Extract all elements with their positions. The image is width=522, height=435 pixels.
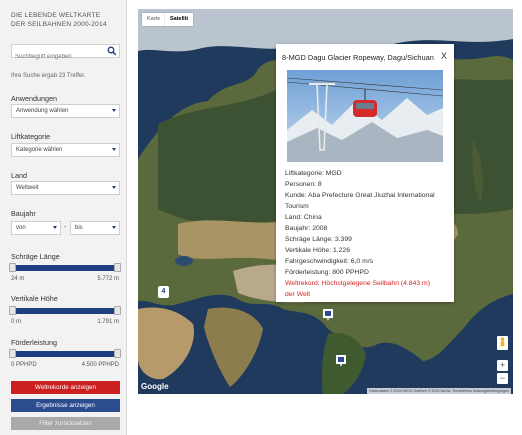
- baujahr-to-select[interactable]: bis: [70, 221, 120, 235]
- result-count-note: Ihre Suche ergab 23 Treffer.: [11, 73, 86, 79]
- sidebar-title-line1: DIE LEBENDE WELTKARTE: [11, 12, 101, 19]
- baujahr-label: Baujahr: [11, 209, 36, 218]
- schraege-laenge-min: 24 m: [11, 276, 25, 282]
- liftkategorie-select-value: Kategorie wählen: [16, 147, 63, 153]
- foerderleistung-label: Förderleistung: [11, 338, 57, 347]
- weltrekorde-button[interactable]: Weltrekorde anzeigen: [11, 381, 120, 394]
- chevron-down-icon: [112, 109, 116, 112]
- zoom-in-button[interactable]: +: [497, 360, 508, 371]
- info-baujahr: Baujahr: 2008: [285, 225, 328, 232]
- baujahr-from-select[interactable]: von: [11, 221, 61, 235]
- sidebar-title-line2: DER SEILBAHNEN 2000-2014: [11, 21, 107, 28]
- info-schraege-laenge: Schräge Länge: 3.399: [285, 236, 352, 243]
- land-select[interactable]: Weltweit: [11, 181, 120, 195]
- ropeway-marker-icon[interactable]: [322, 308, 334, 322]
- land-select-value: Weltweit: [16, 185, 39, 191]
- google-logo: Google: [141, 382, 169, 391]
- ergebnisse-button[interactable]: Ergebnisse anzeigen: [11, 399, 120, 412]
- foerderleistung-min: 0 PPHPD: [11, 362, 37, 368]
- vertikale-hoehe-max-handle[interactable]: [114, 306, 121, 315]
- anwendungen-select-value: Anwendung wählen: [16, 108, 69, 114]
- schraege-laenge-max: 5.772 m: [97, 276, 119, 282]
- foerderleistung-max: 4.500 PPHPD: [81, 362, 119, 368]
- liftkategorie-select[interactable]: Kategorie wählen: [11, 143, 120, 157]
- reset-filter-button[interactable]: Filter zurücksetzen: [11, 417, 120, 430]
- schraege-laenge-slider[interactable]: [11, 265, 120, 271]
- ropeway-marker-icon[interactable]: [335, 354, 347, 368]
- anwendungen-select[interactable]: Anwendung wählen: [11, 104, 120, 118]
- foerderleistung-min-handle[interactable]: [9, 349, 16, 358]
- vertikale-hoehe-slider[interactable]: [11, 308, 120, 314]
- info-kunde-cont: Tourism: [285, 203, 309, 210]
- info-vertikale-hoehe: Vertikale Höhe: 1.226: [285, 247, 350, 254]
- search-input[interactable]: [12, 51, 104, 63]
- chevron-down-icon: [112, 186, 116, 189]
- info-personen: Personen: 8: [285, 181, 322, 188]
- chevron-down-icon: [53, 226, 57, 229]
- info-weltrekord-cont[interactable]: der Welt: [285, 291, 310, 298]
- baujahr-separator: -: [64, 224, 67, 231]
- info-title: 8-MGD Dagu Glacier Ropeway, Dagu/Sichuan: [282, 53, 434, 62]
- search-box: [11, 44, 120, 63]
- schraege-laenge-max-handle[interactable]: [114, 263, 121, 272]
- chevron-down-icon: [112, 148, 116, 151]
- pegman-icon[interactable]: [497, 336, 508, 350]
- ropeway-info-window: 8-MGD Dagu Glacier Ropeway, Dagu/Sichuan…: [276, 44, 454, 302]
- baujahr-to-value: bis: [75, 225, 83, 231]
- schraege-laenge-min-handle[interactable]: [9, 263, 16, 272]
- map-attribution[interactable]: Kartendaten © 2015 INEGI Grafiken © 2015…: [367, 388, 511, 394]
- vertikale-hoehe-label: Vertikale Höhe: [11, 294, 58, 303]
- info-kunde: Kunde: Aba Prefecture Great Jiuzhai Inte…: [285, 192, 435, 199]
- close-icon[interactable]: X: [441, 51, 447, 61]
- info-fahrgeschwindigkeit: Fahrgeschwindigkeit: 6,0 m/s: [285, 258, 374, 265]
- foerderleistung-max-handle[interactable]: [114, 349, 121, 358]
- info-foerderleistung: Förderleistung: 800 PPHPD: [285, 269, 369, 276]
- info-land: Land: China: [285, 214, 322, 221]
- filter-sidebar: DIE LEBENDE WELTKARTE DER SEILBAHNEN 200…: [0, 0, 127, 435]
- marker-cluster[interactable]: 4: [158, 286, 169, 298]
- land-label: Land: [11, 171, 27, 180]
- map-type-satellit-button[interactable]: Satellit: [165, 13, 194, 26]
- vertikale-hoehe-min: 0 m: [11, 319, 22, 325]
- search-icon[interactable]: [107, 46, 117, 56]
- vertikale-hoehe-min-handle[interactable]: [9, 306, 16, 315]
- anwendungen-label: Anwendungen: [11, 94, 57, 103]
- info-liftkategorie: Liftkategorie: MGD: [285, 170, 342, 177]
- liftkategorie-label: Liftkategorie: [11, 132, 51, 141]
- ropeway-photo: [287, 70, 443, 162]
- zoom-out-button[interactable]: −: [497, 373, 508, 384]
- info-weltrekord[interactable]: Weltrekord: Höchstgelegene Seilbahn (4.8…: [285, 280, 430, 287]
- map-type-karte-button[interactable]: Karte: [142, 13, 166, 26]
- baujahr-from-value: von: [16, 225, 26, 231]
- chevron-down-icon: [112, 226, 116, 229]
- foerderleistung-slider[interactable]: [11, 351, 120, 357]
- schraege-laenge-label: Schräge Länge: [11, 252, 60, 261]
- vertikale-hoehe-max: 1.791 m: [97, 319, 119, 325]
